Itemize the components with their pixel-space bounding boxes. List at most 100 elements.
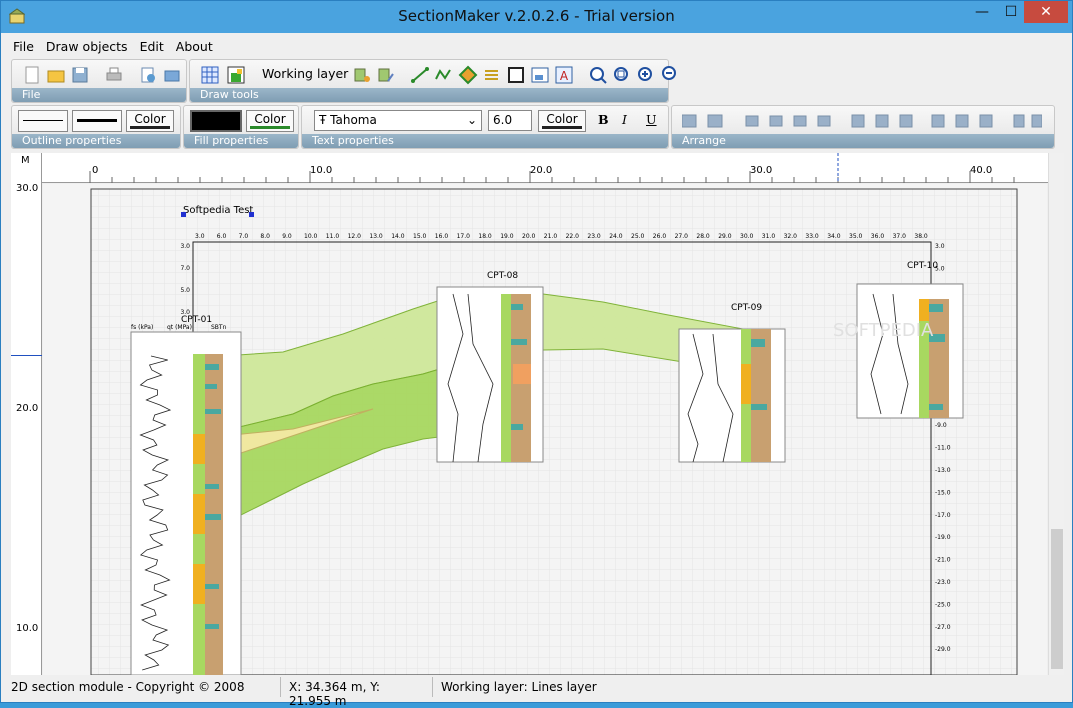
- zoom-out-icon[interactable]: [660, 64, 680, 84]
- scale-right-label: 3.0: [935, 243, 945, 250]
- zoom-window-icon[interactable]: [588, 65, 608, 85]
- underline-button[interactable]: U: [646, 112, 657, 127]
- scale-top-label: 21.0: [544, 233, 558, 240]
- scale-right-label: -13.0: [935, 467, 951, 474]
- close-button[interactable]: ✕: [1024, 1, 1068, 23]
- status-working-layer: Working layer: Lines layer: [441, 680, 597, 694]
- open-folder-icon[interactable]: [46, 65, 66, 85]
- scale-top-label: 30.0: [740, 233, 754, 240]
- hatch-tool-icon[interactable]: [482, 65, 502, 85]
- status-bar: 2D section module - Copyright © 2008 X: …: [3, 677, 1072, 708]
- scale-top-label: 34.0: [827, 233, 841, 240]
- scale-top-label: 3.0: [195, 233, 205, 240]
- polygon-tool-icon[interactable]: [458, 65, 478, 85]
- selection-handle[interactable]: [181, 212, 186, 217]
- vertical-scrollbar[interactable]: [1048, 153, 1064, 675]
- draw-tools-group: Working layer A Draw tools: [189, 59, 669, 103]
- menu-file[interactable]: File: [11, 37, 36, 57]
- vertical-ruler: M 30.0 20.0 10.0: [11, 153, 42, 675]
- horizontal-ruler: 0 10.0 20.0 30.0 40.0: [42, 153, 1048, 183]
- arrange-icons[interactable]: [682, 112, 1042, 130]
- scale-top-label: 14.0: [391, 233, 405, 240]
- scrollbar-thumb[interactable]: [1051, 529, 1063, 669]
- font-size-input[interactable]: 6.0: [488, 110, 532, 131]
- font-icon: Ŧ: [319, 113, 331, 127]
- scale-top-label: 22.0: [566, 233, 580, 240]
- canvas-text-label[interactable]: Softpedia Test: [183, 205, 253, 216]
- scale-top-label: 23.0: [587, 233, 601, 240]
- working-layer-label[interactable]: Working layer: [262, 66, 348, 81]
- svg-text:A: A: [560, 69, 569, 83]
- fill-group-label: Fill properties: [194, 134, 269, 147]
- arrange-group: Arrange: [671, 105, 1055, 149]
- zoom-in-icon[interactable]: [636, 65, 656, 85]
- selection-handle[interactable]: [249, 212, 254, 217]
- cpt-label: CPT-09: [731, 303, 762, 313]
- save-icon[interactable]: [70, 65, 90, 85]
- drawing-canvas[interactable]: 3.0 6.0 7.0 8.0 9.0 10.0 11.0 12.0 13.0 14.0 15.0 1…: [43, 184, 1047, 675]
- maximize-button[interactable]: ☐: [998, 1, 1024, 23]
- ruler-top-label: 0: [92, 165, 99, 176]
- cpt-08[interactable]: CPT-08: [436, 271, 544, 463]
- print-icon[interactable]: [104, 65, 124, 85]
- fill-pattern-button[interactable]: [190, 110, 242, 132]
- menu-about[interactable]: About: [174, 37, 215, 57]
- cpt-label: CPT-10: [907, 261, 938, 271]
- font-name: Tahoma: [330, 113, 377, 127]
- text-color-button[interactable]: Color: [538, 110, 586, 132]
- scale-right-label: -25.0: [935, 601, 951, 608]
- snap-icon[interactable]: [226, 65, 246, 85]
- rectangle-tool-icon[interactable]: [506, 65, 526, 85]
- layer-add-icon[interactable]: [352, 65, 372, 85]
- scale-top-label: 15.0: [413, 233, 427, 240]
- polyline-tool-icon[interactable]: [434, 65, 454, 85]
- image-tool-icon[interactable]: [530, 65, 550, 85]
- ruler-top-label: 10.0: [310, 165, 333, 176]
- zoom-fit-icon[interactable]: [612, 65, 632, 85]
- scale-right-label: -23.0: [935, 579, 951, 586]
- minimize-button[interactable]: —: [968, 1, 996, 23]
- toolbar-row-1: File Working layer A Draw tools: [11, 59, 669, 103]
- export-icon[interactable]: [138, 65, 158, 85]
- outline-thin-button[interactable]: [18, 110, 68, 132]
- fill-color-button[interactable]: Color: [246, 110, 294, 132]
- cursor-marker: [11, 355, 42, 356]
- ruler-top-label: 30.0: [750, 165, 773, 176]
- log-header-qt: qt (MPa): [167, 324, 192, 331]
- scale-right-label: -29.0: [935, 646, 951, 653]
- scale-top-label: 36.0: [871, 233, 885, 240]
- line-tool-icon[interactable]: [410, 65, 430, 85]
- menu-draw-objects[interactable]: Draw objects: [44, 37, 130, 57]
- ruler-top-label: 20.0: [530, 165, 553, 176]
- file-group: File: [11, 59, 187, 103]
- grid-icon[interactable]: [200, 65, 220, 85]
- section-drawing[interactable]: 3.0 6.0 7.0 8.0 9.0 10.0 11.0 12.0 13.0 14.0 15.0 1…: [43, 184, 1047, 675]
- scale-top-label: 32.0: [784, 233, 798, 240]
- cpt-label: CPT-08: [487, 271, 518, 281]
- scale-top-label: 6.0: [217, 233, 227, 240]
- ruler-left-label: 30.0: [16, 183, 39, 194]
- outline-color-button[interactable]: Color: [126, 110, 174, 132]
- text-tool-icon[interactable]: A: [554, 65, 574, 85]
- font-select[interactable]: Ŧ Tahoma ⌄: [314, 110, 482, 131]
- cpt-01[interactable]: CPT-01: [130, 315, 242, 675]
- scale-top-label: 8.0: [260, 233, 270, 240]
- new-file-icon[interactable]: [22, 65, 42, 85]
- scale-top-label: 26.0: [653, 233, 667, 240]
- layer-edit-icon[interactable]: [376, 65, 396, 85]
- text-group: Ŧ Tahoma ⌄ 6.0 Color B I U Text propertie…: [301, 105, 669, 149]
- status-module: 2D section module - Copyright © 2008: [3, 677, 281, 697]
- bold-button[interactable]: B: [598, 112, 609, 127]
- menu-edit[interactable]: Edit: [138, 37, 166, 57]
- scale-top-label: 9.0: [282, 233, 292, 240]
- ruler-top-label: 40.0: [970, 165, 993, 176]
- text-group-label: Text properties: [312, 134, 394, 147]
- properties-icon[interactable]: [162, 65, 182, 85]
- scale-top-label: 29.0: [718, 233, 732, 240]
- italic-button[interactable]: I: [622, 112, 627, 127]
- chevron-down-icon: ⌄: [466, 113, 477, 127]
- outline-thick-button[interactable]: [72, 110, 122, 132]
- scale-top-label: 37.0: [893, 233, 907, 240]
- ruler-unit: M: [21, 155, 30, 166]
- scale-top-label: 16.0: [435, 233, 449, 240]
